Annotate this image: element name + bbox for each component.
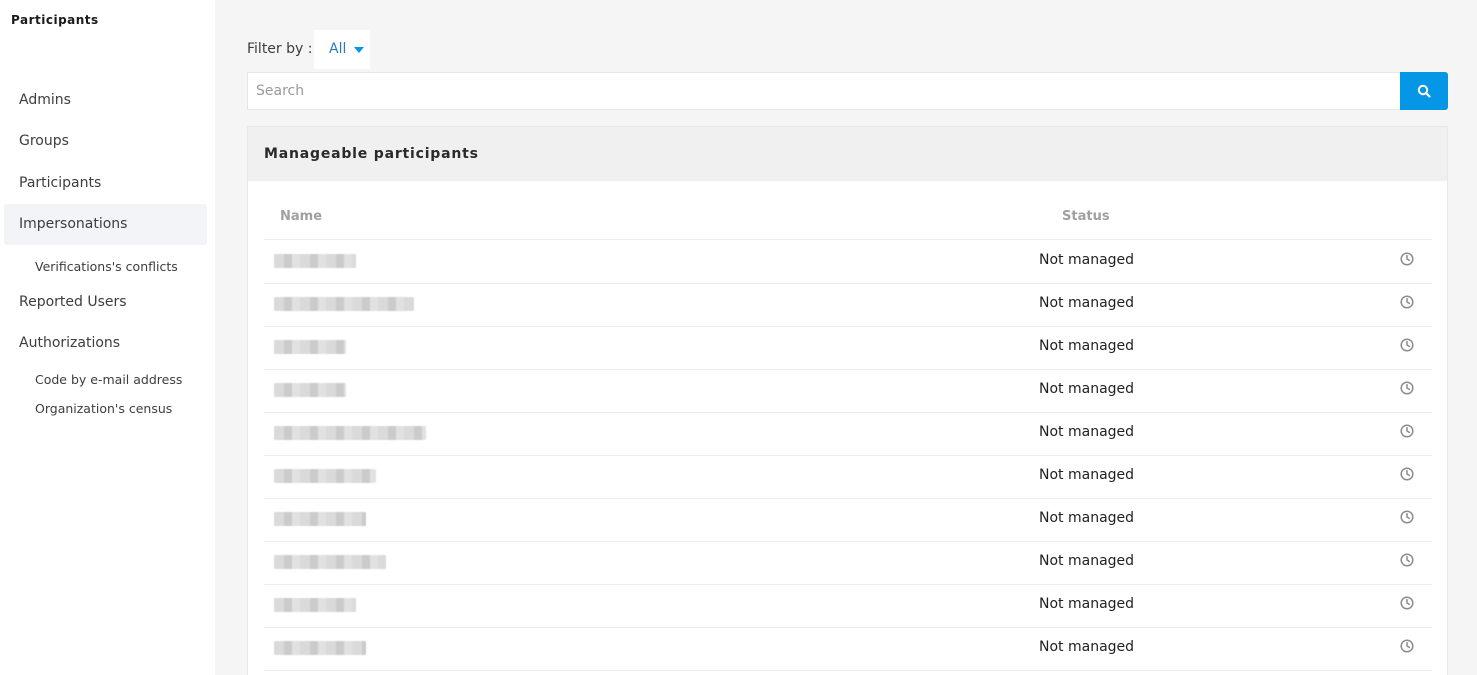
- sidebar-subitem-organization-census[interactable]: Organization's census: [35, 401, 172, 416]
- clock-icon[interactable]: [1400, 596, 1414, 610]
- status-cell: Not managed: [1039, 553, 1135, 569]
- status-cell: Not managed: [1039, 596, 1135, 612]
- redacted-name: [274, 340, 346, 354]
- clock-icon[interactable]: [1400, 639, 1414, 653]
- sidebar-item-admins[interactable]: Admins: [4, 80, 207, 121]
- sidebar-item-groups[interactable]: Groups: [4, 121, 207, 162]
- table-row: Not managed: [264, 412, 1432, 456]
- admin-app: Participants Admins Groups Participants …: [0, 0, 1477, 675]
- sidebar: Participants Admins Groups Participants …: [0, 0, 215, 675]
- filter-dropdown[interactable]: All: [314, 30, 370, 69]
- redacted-name: [274, 555, 386, 569]
- status-cell: Not managed: [1039, 338, 1135, 354]
- search-icon: [1417, 84, 1431, 98]
- status-cell: Not managed: [1039, 467, 1135, 483]
- filter-selected-value: All: [329, 41, 347, 57]
- redacted-name: [274, 297, 414, 311]
- status-cell: Not managed: [1039, 510, 1135, 526]
- clock-icon[interactable]: [1400, 338, 1414, 352]
- clock-icon[interactable]: [1400, 295, 1414, 309]
- clock-icon[interactable]: [1400, 467, 1414, 481]
- manageable-participants-card: Manageable participants Name Status Not …: [247, 126, 1448, 675]
- sidebar-item-participants[interactable]: Participants: [4, 163, 207, 204]
- redacted-name: [274, 641, 366, 655]
- table-row: Not managed: [264, 240, 1432, 284]
- status-cell: Not managed: [1039, 639, 1135, 655]
- table-row: Not managed: [264, 455, 1432, 499]
- clock-icon[interactable]: [1400, 510, 1414, 524]
- clock-icon[interactable]: [1400, 381, 1414, 395]
- sidebar-item-authorizations[interactable]: Authorizations: [4, 323, 207, 364]
- table-row: Not managed: [264, 541, 1432, 585]
- clock-icon[interactable]: [1400, 424, 1414, 438]
- status-cell: Not managed: [1039, 381, 1135, 397]
- sidebar-subitem-verifications-conflicts[interactable]: Verifications's conflicts: [35, 259, 178, 274]
- column-header-name: Name: [280, 209, 323, 224]
- card-title: Manageable participants: [248, 127, 1447, 181]
- table-row: Not managed: [264, 326, 1432, 370]
- search-input[interactable]: [247, 72, 1400, 110]
- sidebar-subitem-code-by-email[interactable]: Code by e-mail address: [35, 372, 182, 387]
- status-cell: Not managed: [1039, 252, 1135, 268]
- table-row: Not managed: [264, 627, 1432, 671]
- column-header-status: Status: [1062, 209, 1110, 224]
- table-row: Not managed: [264, 584, 1432, 628]
- status-cell: Not managed: [1039, 424, 1135, 440]
- sidebar-title: Participants: [11, 13, 99, 27]
- redacted-name: [274, 598, 356, 612]
- clock-icon[interactable]: [1400, 252, 1414, 266]
- table-row: Not managed: [264, 369, 1432, 413]
- sidebar-item-impersonations[interactable]: Impersonations: [4, 204, 207, 245]
- redacted-name: [274, 254, 356, 268]
- redacted-name: [274, 426, 426, 440]
- clock-icon[interactable]: [1400, 553, 1414, 567]
- status-cell: Not managed: [1039, 295, 1135, 311]
- redacted-name: [274, 512, 366, 526]
- sidebar-item-reported-users[interactable]: Reported Users: [4, 282, 207, 323]
- table-row: Not managed: [264, 498, 1432, 542]
- search-button[interactable]: [1400, 72, 1448, 110]
- table-row: Not managed: [264, 283, 1432, 327]
- caret-down-icon: [354, 47, 364, 53]
- redacted-name: [274, 469, 376, 483]
- redacted-name: [274, 383, 346, 397]
- filter-label: Filter by :: [247, 41, 313, 57]
